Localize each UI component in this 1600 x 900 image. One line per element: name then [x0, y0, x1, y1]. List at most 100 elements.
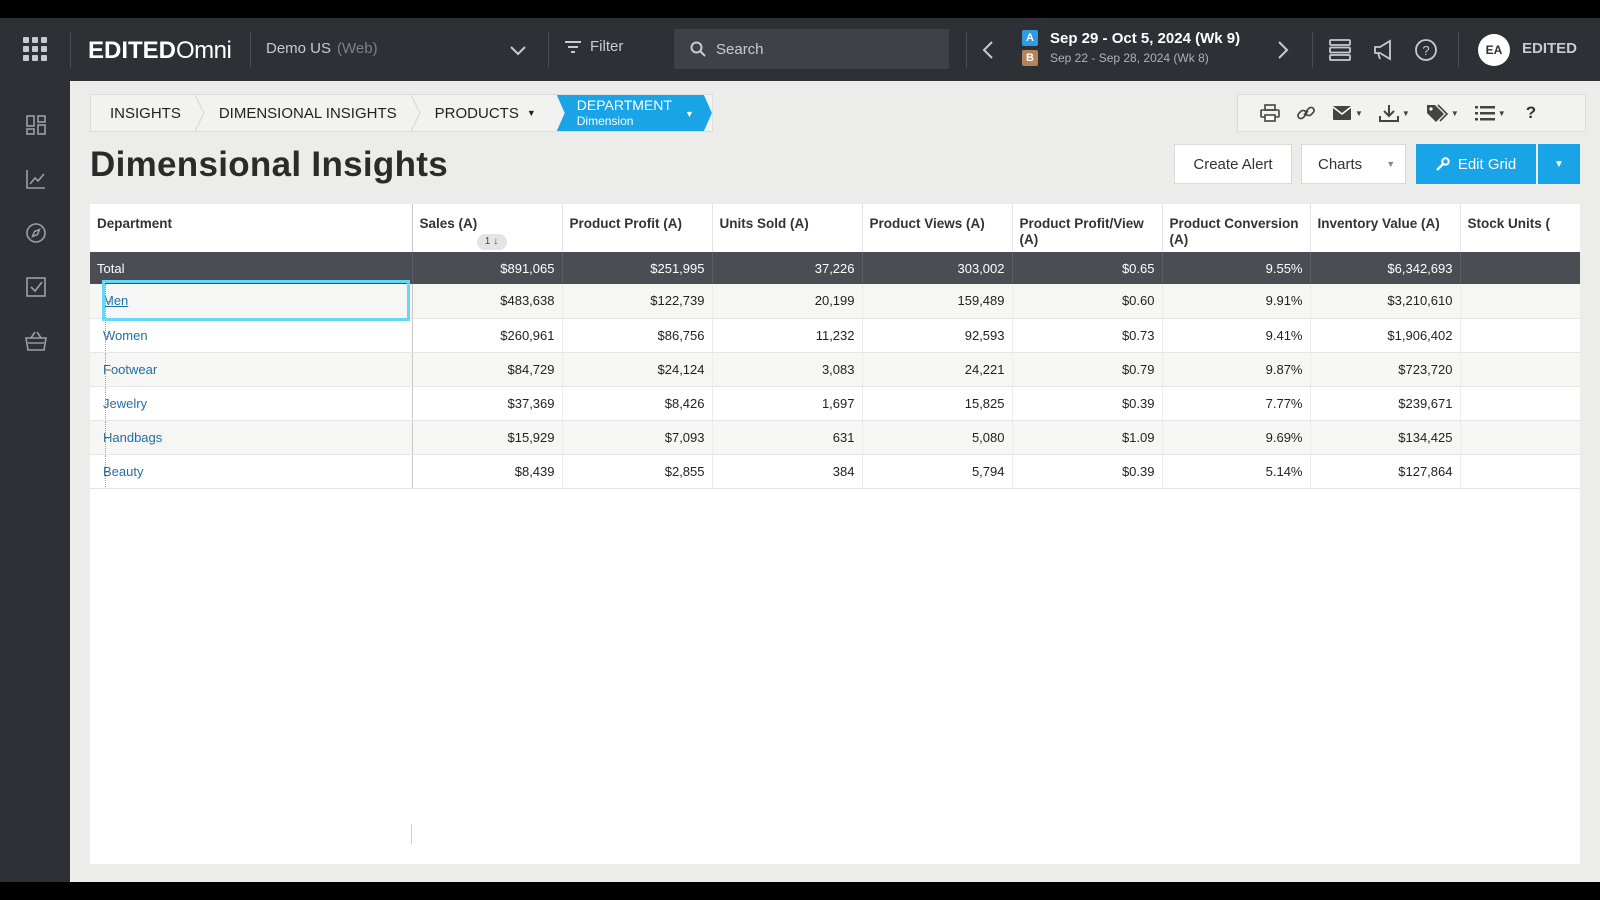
column-header-product-profit[interactable]: Product Profit (A) [562, 204, 713, 252]
apps-grid-icon[interactable] [22, 36, 48, 62]
period-b-date: Sep 22 - Sep 28, 2024 (Wk 8) [1050, 51, 1209, 65]
filter-icon [565, 40, 581, 53]
column-header-department[interactable]: Department [90, 204, 413, 252]
chevron-left-icon[interactable] [981, 38, 1001, 62]
search-box[interactable] [674, 29, 949, 69]
compass-icon[interactable] [22, 219, 50, 247]
table-cell: 1 [1460, 386, 1580, 421]
avatar[interactable]: EA [1478, 34, 1510, 66]
tag-icon [1426, 104, 1448, 122]
caret-down-icon: ▼ [1554, 158, 1564, 170]
column-header-stock-units[interactable]: Stock Units ( [1460, 204, 1580, 252]
table-cell: 20,199 [712, 284, 863, 319]
sort-indicator[interactable]: 1 ↓ [476, 234, 507, 250]
table-cell: $723,720 [1310, 352, 1461, 387]
database-icon[interactable] [1326, 36, 1354, 64]
edit-grid-dropdown-button[interactable]: ▼ [1538, 144, 1580, 184]
table-row[interactable]: Jewelry $37,369 $8,426 1,697 15,825 $0.3… [90, 386, 1580, 421]
breadcrumb-item-dimensional-insights[interactable]: DIMENSIONAL INSIGHTS [200, 95, 421, 131]
table-cell: 11,232 [712, 318, 863, 353]
download-icon [1378, 105, 1399, 122]
column-header-inventory-value[interactable]: Inventory Value (A) [1310, 204, 1461, 252]
caret-down-icon: ▼ [1450, 108, 1459, 118]
breadcrumb-item-insights[interactable]: INSIGHTS [91, 95, 205, 131]
department-cell: Jewelry [90, 386, 413, 421]
table-row[interactable]: Footwear $84,729 $24,124 3,083 24,221 $0… [90, 352, 1580, 387]
divider [1458, 32, 1459, 68]
workspace-name: Demo US [266, 40, 332, 57]
table-cell: $0.60 [1012, 284, 1163, 319]
column-header-product-views[interactable]: Product Views (A) [862, 204, 1013, 252]
table-cell: 5.14% [1162, 454, 1311, 489]
edited-omni-logo[interactable]: EDITED Omni [88, 37, 232, 65]
table-cell: $122,739 [562, 284, 713, 319]
basket-icon[interactable] [22, 327, 50, 355]
page-title: Dimensional Insights [90, 145, 448, 184]
print-button[interactable] [1252, 95, 1288, 131]
table-cell: $127,864 [1310, 454, 1461, 489]
table-cell: 5,080 [862, 420, 1013, 455]
insights-table: Department Sales (A) 1 ↓ Product Profit (… [90, 204, 1580, 489]
envelope-icon [1332, 106, 1352, 120]
chevron-down-icon[interactable] [508, 40, 528, 60]
list-icon [1474, 106, 1495, 121]
table-cell: $239,671 [1310, 386, 1461, 421]
list-button[interactable]: ▼ [1467, 95, 1514, 131]
table-cell: 7.77% [1162, 386, 1311, 421]
download-button[interactable]: ▼ [1371, 95, 1418, 131]
org-name[interactable]: EDITED [1522, 40, 1577, 57]
edit-grid-button[interactable]: Edit Grid [1416, 144, 1536, 184]
breadcrumb-item-department[interactable]: DEPARTMENT Dimension ▼ [557, 95, 712, 131]
table-cell: $7,093 [562, 420, 713, 455]
table-cell: 14 [1460, 318, 1580, 353]
charts-button[interactable]: Charts ▼ [1301, 144, 1406, 184]
header-row: Department Sales (A) 1 ↓ Product Profit (… [90, 204, 1580, 252]
column-header-product-conversion[interactable]: Product Conversion (A) [1162, 204, 1311, 252]
department-cell: Beauty [90, 454, 413, 489]
print-icon [1260, 104, 1280, 122]
department-cell: Men [90, 284, 413, 319]
workspace-selector[interactable]: Demo US (Web) [266, 40, 378, 57]
table-row[interactable]: Women $260,961 $86,756 11,232 92,593 $0.… [90, 318, 1580, 353]
divider [966, 32, 967, 68]
table-cell: 43 [1460, 252, 1580, 284]
help-circle-icon[interactable]: ? [1412, 36, 1440, 64]
tags-button[interactable]: ▼ [1418, 95, 1467, 131]
column-header-sales[interactable]: Sales (A) 1 ↓ [412, 204, 563, 252]
date-range-picker[interactable]: A Sep 29 - Oct 5, 2024 (Wk 9) B Sep 22 -… [1022, 28, 1240, 68]
breadcrumb: INSIGHTS DIMENSIONAL INSIGHTS PRODUCTS ▼… [90, 94, 713, 132]
table-cell: $1,906,402 [1310, 318, 1461, 353]
table-row[interactable]: Men $483,638 $122,739 20,199 159,489 $0.… [90, 284, 1580, 319]
period-a-badge: A [1022, 30, 1038, 46]
table-cell: 631 [712, 420, 863, 455]
link-button[interactable] [1288, 95, 1324, 131]
chevron-right-icon[interactable] [1276, 38, 1296, 62]
column-header-units-sold[interactable]: Units Sold (A) [712, 204, 863, 252]
main-content: INSIGHTS DIMENSIONAL INSIGHTS PRODUCTS ▼… [70, 81, 1600, 882]
megaphone-icon[interactable] [1370, 36, 1398, 64]
question-mark-icon: ? [1525, 103, 1537, 122]
department-cell: Handbags [90, 420, 413, 455]
create-alert-button[interactable]: Create Alert [1174, 144, 1292, 184]
line-chart-icon[interactable] [22, 165, 50, 193]
table-cell: 37,226 [712, 252, 863, 284]
divider [250, 32, 251, 68]
table-cell: $1.09 [1012, 420, 1163, 455]
total-label: Total [90, 252, 413, 284]
table-row[interactable]: Handbags $15,929 $7,093 631 5,080 $1.09 … [90, 420, 1580, 455]
table-cell: $86,756 [562, 318, 713, 353]
filter-button[interactable]: Filter [564, 38, 623, 55]
column-header-product-profit-view[interactable]: Product Profit/View (A) [1012, 204, 1163, 252]
search-input[interactable] [716, 40, 936, 58]
checkbox-icon[interactable] [22, 273, 50, 301]
period-b-badge: B [1022, 50, 1038, 66]
help-button[interactable]: ? [1514, 95, 1544, 131]
department-link-beauty[interactable]: Beauty [97, 464, 143, 479]
table-cell: $0.65 [1012, 252, 1163, 284]
email-button[interactable]: ▼ [1324, 95, 1371, 131]
breadcrumb-item-products[interactable]: PRODUCTS ▼ [416, 95, 555, 131]
dashboard-icon[interactable] [22, 111, 50, 139]
link-icon [1297, 106, 1315, 120]
table-cell: $8,426 [562, 386, 713, 421]
table-row[interactable]: Beauty $8,439 $2,855 384 5,794 $0.39 5.1… [90, 454, 1580, 489]
